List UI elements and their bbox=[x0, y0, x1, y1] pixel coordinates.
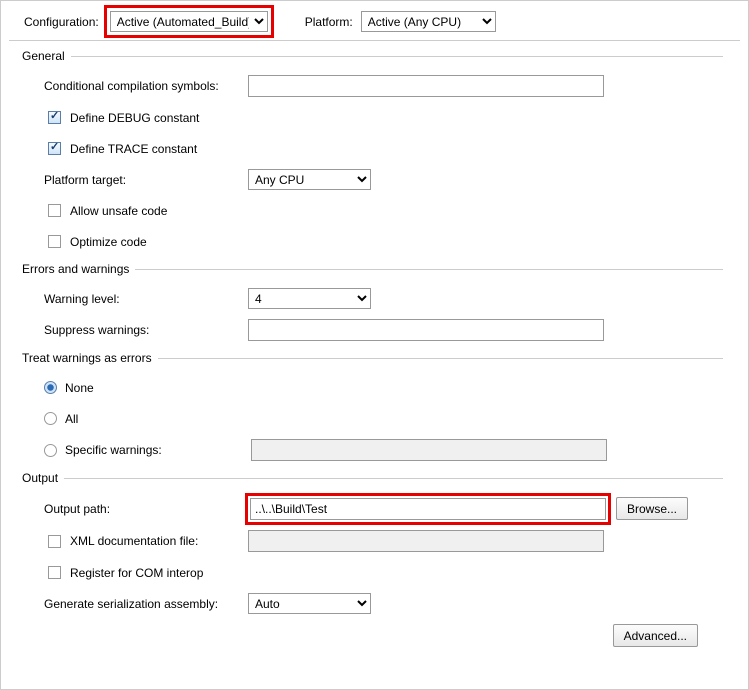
configuration-select[interactable]: Active (Automated_Build) bbox=[110, 11, 268, 32]
treat-none-label: None bbox=[65, 381, 94, 395]
platform-label: Platform: bbox=[305, 15, 353, 29]
configuration-label: Configuration: bbox=[24, 15, 99, 29]
warning-level-label: Warning level: bbox=[44, 292, 240, 306]
treat-specific-label: Specific warnings: bbox=[65, 443, 243, 457]
define-debug-checkbox[interactable] bbox=[48, 111, 61, 124]
configuration-highlight: Active (Automated_Build) bbox=[104, 5, 274, 38]
output-path-label: Output path: bbox=[44, 502, 240, 516]
divider bbox=[71, 56, 723, 57]
platform-select[interactable]: Active (Any CPU) bbox=[361, 11, 496, 32]
divider bbox=[135, 269, 723, 270]
browse-button[interactable]: Browse... bbox=[616, 497, 688, 520]
optimize-label: Optimize code bbox=[70, 235, 147, 249]
suppress-warnings-input[interactable] bbox=[248, 319, 604, 341]
define-trace-checkbox[interactable] bbox=[48, 142, 61, 155]
optimize-checkbox[interactable] bbox=[48, 235, 61, 248]
treat-title: Treat warnings as errors bbox=[22, 351, 152, 365]
warning-level-select[interactable]: 4 bbox=[248, 288, 371, 309]
allow-unsafe-label: Allow unsafe code bbox=[70, 204, 167, 218]
cond-symbols-input[interactable] bbox=[248, 75, 604, 97]
register-com-label: Register for COM interop bbox=[70, 566, 203, 580]
xml-doc-checkbox[interactable] bbox=[48, 535, 61, 548]
treat-all-label: All bbox=[65, 412, 78, 426]
serialize-select[interactable]: Auto bbox=[248, 593, 371, 614]
output-path-highlight bbox=[245, 493, 611, 525]
suppress-warnings-label: Suppress warnings: bbox=[44, 323, 240, 337]
platform-target-label: Platform target: bbox=[44, 173, 240, 187]
advanced-button[interactable]: Advanced... bbox=[613, 624, 698, 647]
xml-doc-input bbox=[248, 530, 604, 552]
serialize-label: Generate serialization assembly: bbox=[44, 597, 240, 611]
treat-none-radio[interactable] bbox=[44, 381, 57, 394]
allow-unsafe-checkbox[interactable] bbox=[48, 204, 61, 217]
treat-specific-radio[interactable] bbox=[44, 444, 57, 457]
define-debug-label: Define DEBUG constant bbox=[70, 111, 199, 125]
platform-target-select[interactable]: Any CPU bbox=[248, 169, 371, 190]
treat-all-radio[interactable] bbox=[44, 412, 57, 425]
xml-doc-label: XML documentation file: bbox=[70, 534, 198, 548]
cond-symbols-label: Conditional compilation symbols: bbox=[44, 79, 240, 93]
output-title: Output bbox=[22, 471, 58, 485]
register-com-checkbox[interactable] bbox=[48, 566, 61, 579]
define-trace-label: Define TRACE constant bbox=[70, 142, 197, 156]
output-path-input[interactable] bbox=[250, 498, 606, 520]
divider bbox=[158, 358, 723, 359]
general-title: General bbox=[22, 49, 65, 63]
errors-title: Errors and warnings bbox=[22, 262, 129, 276]
divider bbox=[64, 478, 723, 479]
treat-specific-input bbox=[251, 439, 607, 461]
